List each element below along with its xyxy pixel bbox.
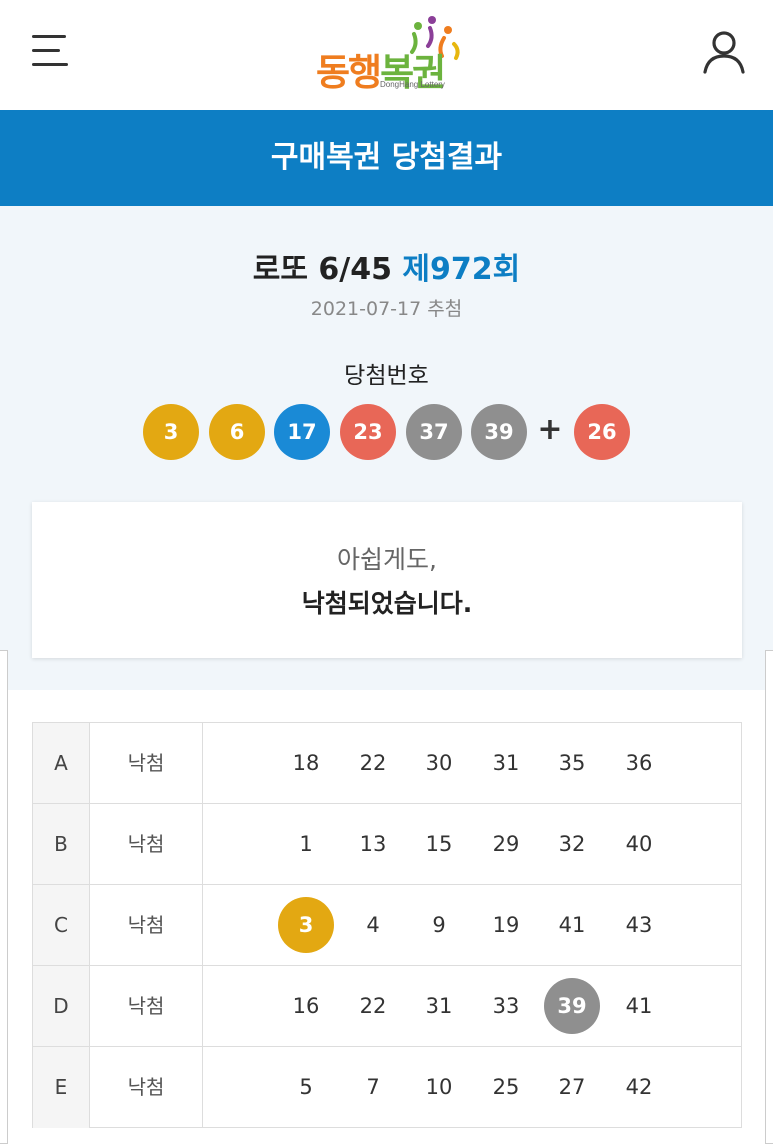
game-status: 낙첨 xyxy=(90,1047,203,1128)
draw-date: 2021-07-17 추첨 xyxy=(310,298,463,320)
draw-title: 로또 6/45 제972회 xyxy=(0,244,773,288)
game-status: 낙첨 xyxy=(90,966,203,1046)
game-label: C xyxy=(33,885,90,965)
matched-number-ball: 3 xyxy=(278,897,334,953)
app-header: 동행복권 DongHang Lottery xyxy=(0,0,773,110)
prev-ticket-edge[interactable] xyxy=(0,650,8,1144)
game-status: 낙첨 xyxy=(90,804,203,884)
winning-number-ball: 23 xyxy=(340,404,396,460)
game-number: 1 xyxy=(299,832,313,856)
game-label: A xyxy=(33,723,90,803)
game-label: D xyxy=(33,966,90,1046)
winning-numbers-label: 당첨번호 xyxy=(344,363,429,389)
logo-subtitle: DongHang Lottery xyxy=(380,80,445,89)
logo-text-donghang: 동행 xyxy=(316,51,382,94)
winning-number-ball: 39 xyxy=(471,404,527,460)
game-name: 로또 6/45 xyxy=(252,252,392,287)
bonus-number-ball: 26 xyxy=(574,404,630,460)
game-number: 4 xyxy=(366,913,380,937)
purchased-games-table: A 낙첨 18 22 30 31 35 36 B 낙첨 1 13 15 29 32 40 C 낙첨 3 4 9 19 41 4… xyxy=(32,722,742,1128)
game-number: 27 xyxy=(558,1075,586,1099)
game-number: 35 xyxy=(558,751,586,775)
winning-number-ball: 6 xyxy=(209,404,265,460)
winning-number-ball: 3 xyxy=(143,404,199,460)
game-number: 43 xyxy=(625,913,653,937)
game-number: 40 xyxy=(625,832,653,856)
game-number: 29 xyxy=(492,832,520,856)
game-number: 13 xyxy=(359,832,387,856)
game-status: 낙첨 xyxy=(90,885,203,965)
winning-number-ball: 17 xyxy=(274,404,330,460)
game-number: 31 xyxy=(492,751,520,775)
result-card: 아쉽게도, 낙첨되었습니다. xyxy=(32,502,742,658)
game-number: 36 xyxy=(625,751,653,775)
result-message-line2: 낙첨되었습니다. xyxy=(301,589,473,618)
draw-round: 제972회 xyxy=(402,252,521,287)
donghang-lottery-logo[interactable]: 동행복권 DongHang Lottery xyxy=(312,14,462,94)
next-ticket-edge[interactable] xyxy=(765,650,773,1144)
game-number: 32 xyxy=(558,832,586,856)
game-number: 22 xyxy=(359,994,387,1018)
game-row-d: D 낙첨 16 22 31 33 39 41 xyxy=(33,966,741,1047)
game-row-c: C 낙첨 3 4 9 19 41 43 xyxy=(33,885,741,966)
game-number: 31 xyxy=(425,994,453,1018)
game-number: 41 xyxy=(558,913,586,937)
game-status: 낙첨 xyxy=(90,723,203,803)
game-label: E xyxy=(33,1047,90,1128)
game-number: 22 xyxy=(359,751,387,775)
game-row-b: B 낙첨 1 13 15 29 32 40 xyxy=(33,804,741,885)
game-number: 33 xyxy=(492,994,520,1018)
draw-summary: 로또 6/45 제972회 2021-07-17 추첨 당첨번호 3 6 17 23 3… xyxy=(0,206,773,690)
page-title: 구매복권 당첨결과 xyxy=(270,140,503,175)
bonus-plus-sign: + xyxy=(537,412,563,447)
game-number: 15 xyxy=(425,832,453,856)
hamburger-menu-icon[interactable] xyxy=(30,33,70,69)
game-number: 7 xyxy=(366,1075,380,1099)
game-number: 25 xyxy=(492,1075,520,1099)
game-number: 19 xyxy=(492,913,520,937)
game-number: 10 xyxy=(425,1075,453,1099)
game-number: 16 xyxy=(292,994,320,1018)
game-row-a: A 낙첨 18 22 30 31 35 36 xyxy=(33,723,741,804)
game-label: B xyxy=(33,804,90,884)
page-banner: 구매복권 당첨결과 xyxy=(0,110,773,206)
game-number: 41 xyxy=(625,994,653,1018)
winning-number-ball: 37 xyxy=(406,404,462,460)
game-number: 30 xyxy=(425,751,453,775)
result-message-line1: 아쉽게도, xyxy=(337,545,437,574)
matched-number-ball: 39 xyxy=(544,978,600,1034)
game-number: 5 xyxy=(299,1075,313,1099)
game-number: 18 xyxy=(292,751,320,775)
user-profile-icon[interactable] xyxy=(700,28,748,76)
winning-numbers: 3 6 17 23 37 39 +26 xyxy=(0,404,773,462)
game-number: 9 xyxy=(432,913,446,937)
game-row-e: E 낙첨 5 7 10 25 27 42 xyxy=(33,1047,741,1128)
game-number: 42 xyxy=(625,1075,653,1099)
